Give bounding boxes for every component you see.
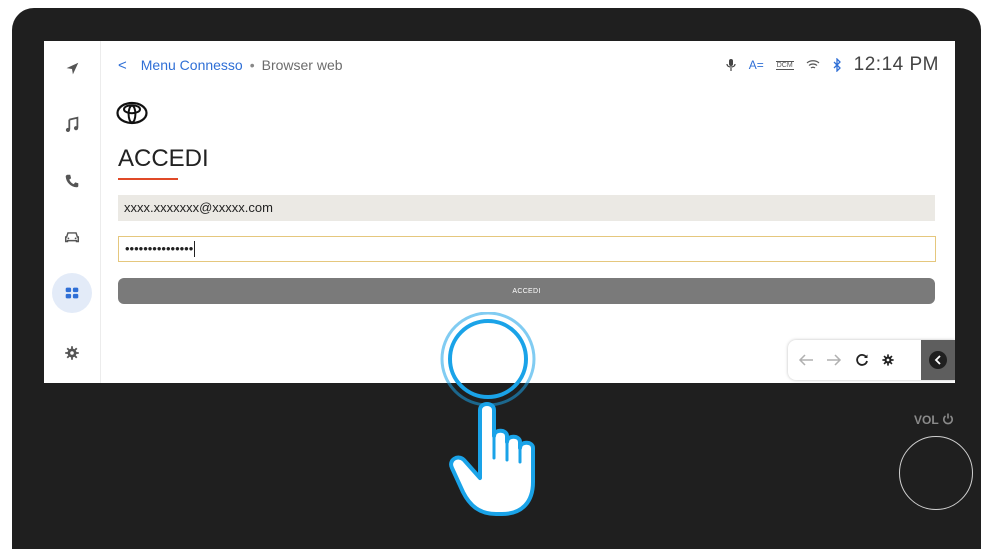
power-icon: [942, 413, 953, 425]
email-field[interactable]: xxxx.xxxxxxx@xxxxx.com: [118, 195, 935, 221]
sidebar: [44, 41, 101, 383]
collapse-icon: [929, 351, 947, 369]
sidebar-item-navigation[interactable]: [52, 49, 92, 89]
clock: 12:14 PM: [853, 54, 939, 75]
forward-arrow-button[interactable]: [824, 350, 844, 370]
sidebar-item-apps[interactable]: [52, 273, 92, 313]
text-caret: [194, 241, 196, 257]
phone-icon: [65, 174, 79, 188]
reload-button[interactable]: [852, 350, 872, 370]
toyota-logo: [116, 101, 148, 125]
status-bar: A= DCM 12:14 PM: [725, 53, 939, 77]
password-value: •••••••••••••••: [125, 241, 194, 256]
browser-toolbar: [788, 340, 955, 380]
sidebar-item-music[interactable]: [52, 105, 92, 145]
login-button[interactable]: ACCEDI: [118, 278, 935, 304]
breadcrumb-parent[interactable]: Menu Connesso: [141, 57, 243, 73]
settings-icon: [882, 354, 894, 366]
settings-icon: [65, 346, 79, 360]
mic-icon: [726, 59, 736, 71]
header-bar: < Menu Connesso • Browser web A= DCM 12:…: [118, 53, 947, 77]
back-arrow-button[interactable]: [796, 350, 816, 370]
volume-knob[interactable]: [899, 436, 973, 510]
title-underline: [118, 178, 178, 180]
text-size-icon: A=: [748, 58, 764, 72]
password-field[interactable]: •••••••••••••••: [118, 236, 936, 262]
breadcrumb-separator: •: [249, 57, 255, 73]
forward-arrow-icon: [827, 354, 842, 366]
tap-gesture-hand-icon: [440, 312, 536, 516]
back-chevron-icon[interactable]: <: [118, 57, 127, 74]
page-title: ACCEDI: [118, 145, 209, 172]
music-icon: [65, 116, 79, 133]
apps-icon: [65, 287, 79, 299]
sidebar-item-vehicle[interactable]: [52, 217, 92, 257]
wifi-icon: [806, 60, 820, 69]
back-arrow-icon: [798, 354, 813, 366]
car-icon: [64, 232, 80, 243]
dcm-icon: DCM: [775, 60, 794, 70]
toolbar-collapse-button[interactable]: [921, 340, 955, 380]
sidebar-item-settings[interactable]: [52, 333, 92, 373]
breadcrumb-current: Browser web: [261, 57, 343, 73]
volume-label: VOL: [914, 413, 954, 427]
reload-icon: [856, 354, 868, 366]
navigation-icon: [66, 62, 79, 75]
browser-settings-button[interactable]: [878, 350, 898, 370]
bluetooth-icon: [833, 58, 841, 72]
sidebar-item-phone[interactable]: [52, 161, 92, 201]
